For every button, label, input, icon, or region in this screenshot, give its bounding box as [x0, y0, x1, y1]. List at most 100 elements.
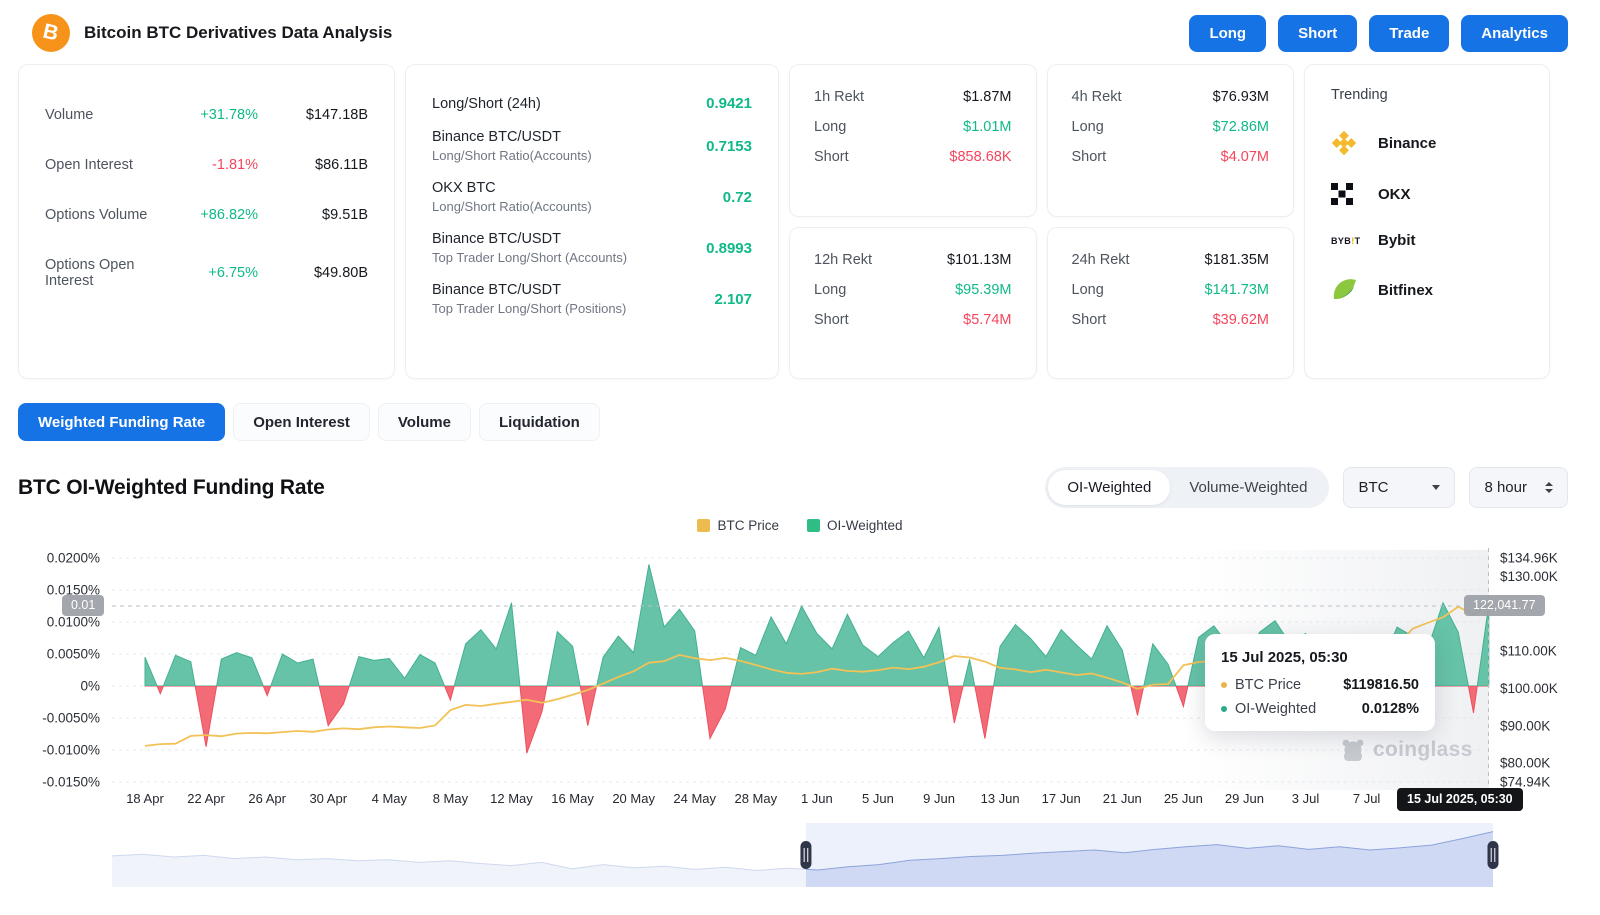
ratio-subtitle: Top Trader Long/Short (Accounts): [432, 250, 627, 265]
toggle-volume-weighted[interactable]: Volume-Weighted: [1170, 470, 1326, 505]
stat-value: $9.51B: [258, 207, 368, 223]
stat-row: Options Volume +86.82% $9.51B: [45, 207, 368, 223]
rekt-long-label: Long: [1072, 119, 1104, 135]
ratio-subtitle: Long/Short Ratio(Accounts): [432, 199, 592, 214]
rekt-total: $181.35M: [1205, 252, 1270, 268]
svg-text:28 May: 28 May: [734, 791, 777, 806]
svg-text:20 May: 20 May: [612, 791, 655, 806]
crosshair-right-badge: 122,041.77: [1464, 595, 1545, 616]
svg-text:17 Jun: 17 Jun: [1042, 791, 1081, 806]
bybit-icon: BYB!T: [1331, 236, 1365, 246]
ratio-title: Binance BTC/USDT: [432, 231, 627, 247]
chart-tooltip: 15 Jul 2025, 05:30 BTC Price $119816.50 …: [1205, 634, 1435, 731]
stat-change: -1.81%: [163, 157, 258, 173]
trending-item-okx[interactable]: OKX: [1331, 183, 1523, 205]
stat-label: Volume: [45, 107, 163, 123]
ratio-row: Long/Short (24h) 0.9421: [432, 95, 752, 112]
svg-text:$130.00K: $130.00K: [1500, 569, 1558, 584]
tooltip-row-oi: OI-Weighted 0.0128%: [1221, 701, 1419, 717]
stat-change: +86.82%: [163, 207, 258, 223]
tooltip-row-price: BTC Price $119816.50: [1221, 677, 1419, 693]
svg-text:5 Jun: 5 Jun: [862, 791, 894, 806]
tooltip-time: 15 Jul 2025, 05:30: [1221, 649, 1419, 666]
rekt-short-value: $4.07M: [1221, 149, 1269, 165]
svg-text:$100.00K: $100.00K: [1500, 681, 1558, 696]
ratio-value: 0.72: [723, 189, 752, 206]
page-title: Bitcoin BTC Derivatives Data Analysis: [84, 23, 392, 43]
svg-text:-0.0050%: -0.0050%: [42, 711, 100, 726]
svg-text:0.0050%: 0.0050%: [47, 647, 100, 662]
svg-text:30 Apr: 30 Apr: [309, 791, 347, 806]
stat-label: Options Volume: [45, 207, 163, 223]
rekt-long-value: $72.86M: [1213, 119, 1269, 135]
tab-open-interest[interactable]: Open Interest: [233, 403, 370, 441]
ratio-value: 0.7153: [706, 138, 752, 155]
stat-cards-row: Volume +31.78% $147.18B Open Interest -1…: [18, 64, 1568, 379]
rekt-total: $1.87M: [963, 89, 1011, 105]
svg-text:7 Jul: 7 Jul: [1353, 791, 1381, 806]
svg-text:0%: 0%: [80, 679, 100, 694]
trending-item-bybit[interactable]: BYB!T Bybit: [1331, 232, 1523, 249]
brand: B Bitcoin BTC Derivatives Data Analysis: [32, 14, 392, 52]
svg-text:$110.00K: $110.00K: [1500, 644, 1557, 659]
svg-text:21 Jun: 21 Jun: [1103, 791, 1142, 806]
stepper-icon: [1545, 482, 1553, 493]
rekt-long-value: $141.73M: [1205, 282, 1270, 298]
stat-label: Options Open Interest: [45, 257, 163, 289]
rekt-short-value: $858.68K: [949, 149, 1011, 165]
svg-text:1 Jun: 1 Jun: [801, 791, 833, 806]
rekt-card-4h: 4h Rekt$76.93M Long$72.86M Short$4.07M: [1047, 64, 1295, 217]
rekt-title: 1h Rekt: [814, 89, 864, 105]
stat-value: $147.18B: [258, 107, 368, 123]
tab-volume[interactable]: Volume: [378, 403, 471, 441]
trending-card: Trending Binance OKX BYB!T Bybi: [1304, 64, 1550, 379]
stat-row: Open Interest -1.81% $86.11B: [45, 157, 368, 173]
stat-row: Options Open Interest +6.75% $49.80B: [45, 257, 368, 289]
tab-liquidation[interactable]: Liquidation: [479, 403, 600, 441]
long-button[interactable]: Long: [1189, 15, 1266, 52]
trade-button[interactable]: Trade: [1369, 15, 1449, 52]
stat-label: Open Interest: [45, 157, 163, 173]
short-button[interactable]: Short: [1278, 15, 1357, 52]
trending-item-bitfinex[interactable]: Bitfinex: [1331, 276, 1523, 304]
navigator-handle-left[interactable]: [800, 841, 811, 869]
svg-text:$134.96K: $134.96K: [1500, 551, 1558, 566]
long-short-ratio-card: Long/Short (24h) 0.9421 Binance BTC/USDT…: [405, 64, 779, 379]
ratio-row: Binance BTC/USDT Top Trader Long/Short (…: [432, 231, 752, 265]
chart-header: BTC OI-Weighted Funding Rate OI-Weighted…: [18, 467, 1568, 508]
ratio-title: Binance BTC/USDT: [432, 129, 592, 145]
toggle-oi-weighted[interactable]: OI-Weighted: [1048, 470, 1170, 505]
trending-item-binance[interactable]: Binance: [1331, 130, 1523, 156]
coinglass-logo-icon: [1340, 738, 1366, 762]
ratio-title: Long/Short (24h): [432, 96, 541, 112]
svg-text:$80.00K: $80.00K: [1500, 756, 1550, 771]
analytics-button[interactable]: Analytics: [1461, 15, 1568, 52]
rekt-card-24h: 24h Rekt$181.35M Long$141.73M Short$39.6…: [1047, 227, 1295, 380]
crosshair-left-badge: 0.01: [62, 595, 104, 616]
svg-text:8 May: 8 May: [433, 791, 469, 806]
ratio-value: 0.9421: [706, 95, 752, 112]
ratio-subtitle: Long/Short Ratio(Accounts): [432, 148, 592, 163]
rekt-long-value: $1.01M: [963, 119, 1011, 135]
svg-text:22 Apr: 22 Apr: [187, 791, 225, 806]
navigator-handle-right[interactable]: [1488, 841, 1499, 869]
tab-weighted-funding-rate[interactable]: Weighted Funding Rate: [18, 403, 225, 441]
header-actions: Long Short Trade Analytics: [1189, 15, 1568, 52]
svg-text:12 May: 12 May: [490, 791, 533, 806]
rekt-title: 4h Rekt: [1072, 89, 1122, 105]
funding-rate-chart[interactable]: BTC Price OI-Weighted 0.0200%0.0150%0.01…: [0, 516, 1600, 896]
interval-select[interactable]: 8 hour: [1469, 467, 1568, 508]
svg-text:18 Apr: 18 Apr: [126, 791, 164, 806]
rekt-title: 24h Rekt: [1072, 252, 1130, 268]
coinglass-watermark: coinglass: [1340, 738, 1473, 762]
svg-text:-0.0150%: -0.0150%: [42, 775, 100, 790]
rekt-title: 12h Rekt: [814, 252, 872, 268]
symbol-select[interactable]: BTC: [1343, 467, 1455, 508]
stat-value: $86.11B: [258, 157, 368, 173]
ratio-row: Binance BTC/USDT Long/Short Ratio(Accoun…: [432, 129, 752, 163]
binance-icon: [1331, 130, 1365, 156]
ratio-row: OKX BTC Long/Short Ratio(Accounts) 0.72: [432, 180, 752, 214]
svg-text:4 May: 4 May: [372, 791, 408, 806]
okx-icon: [1331, 183, 1365, 205]
rekt-short-label: Short: [814, 149, 849, 165]
